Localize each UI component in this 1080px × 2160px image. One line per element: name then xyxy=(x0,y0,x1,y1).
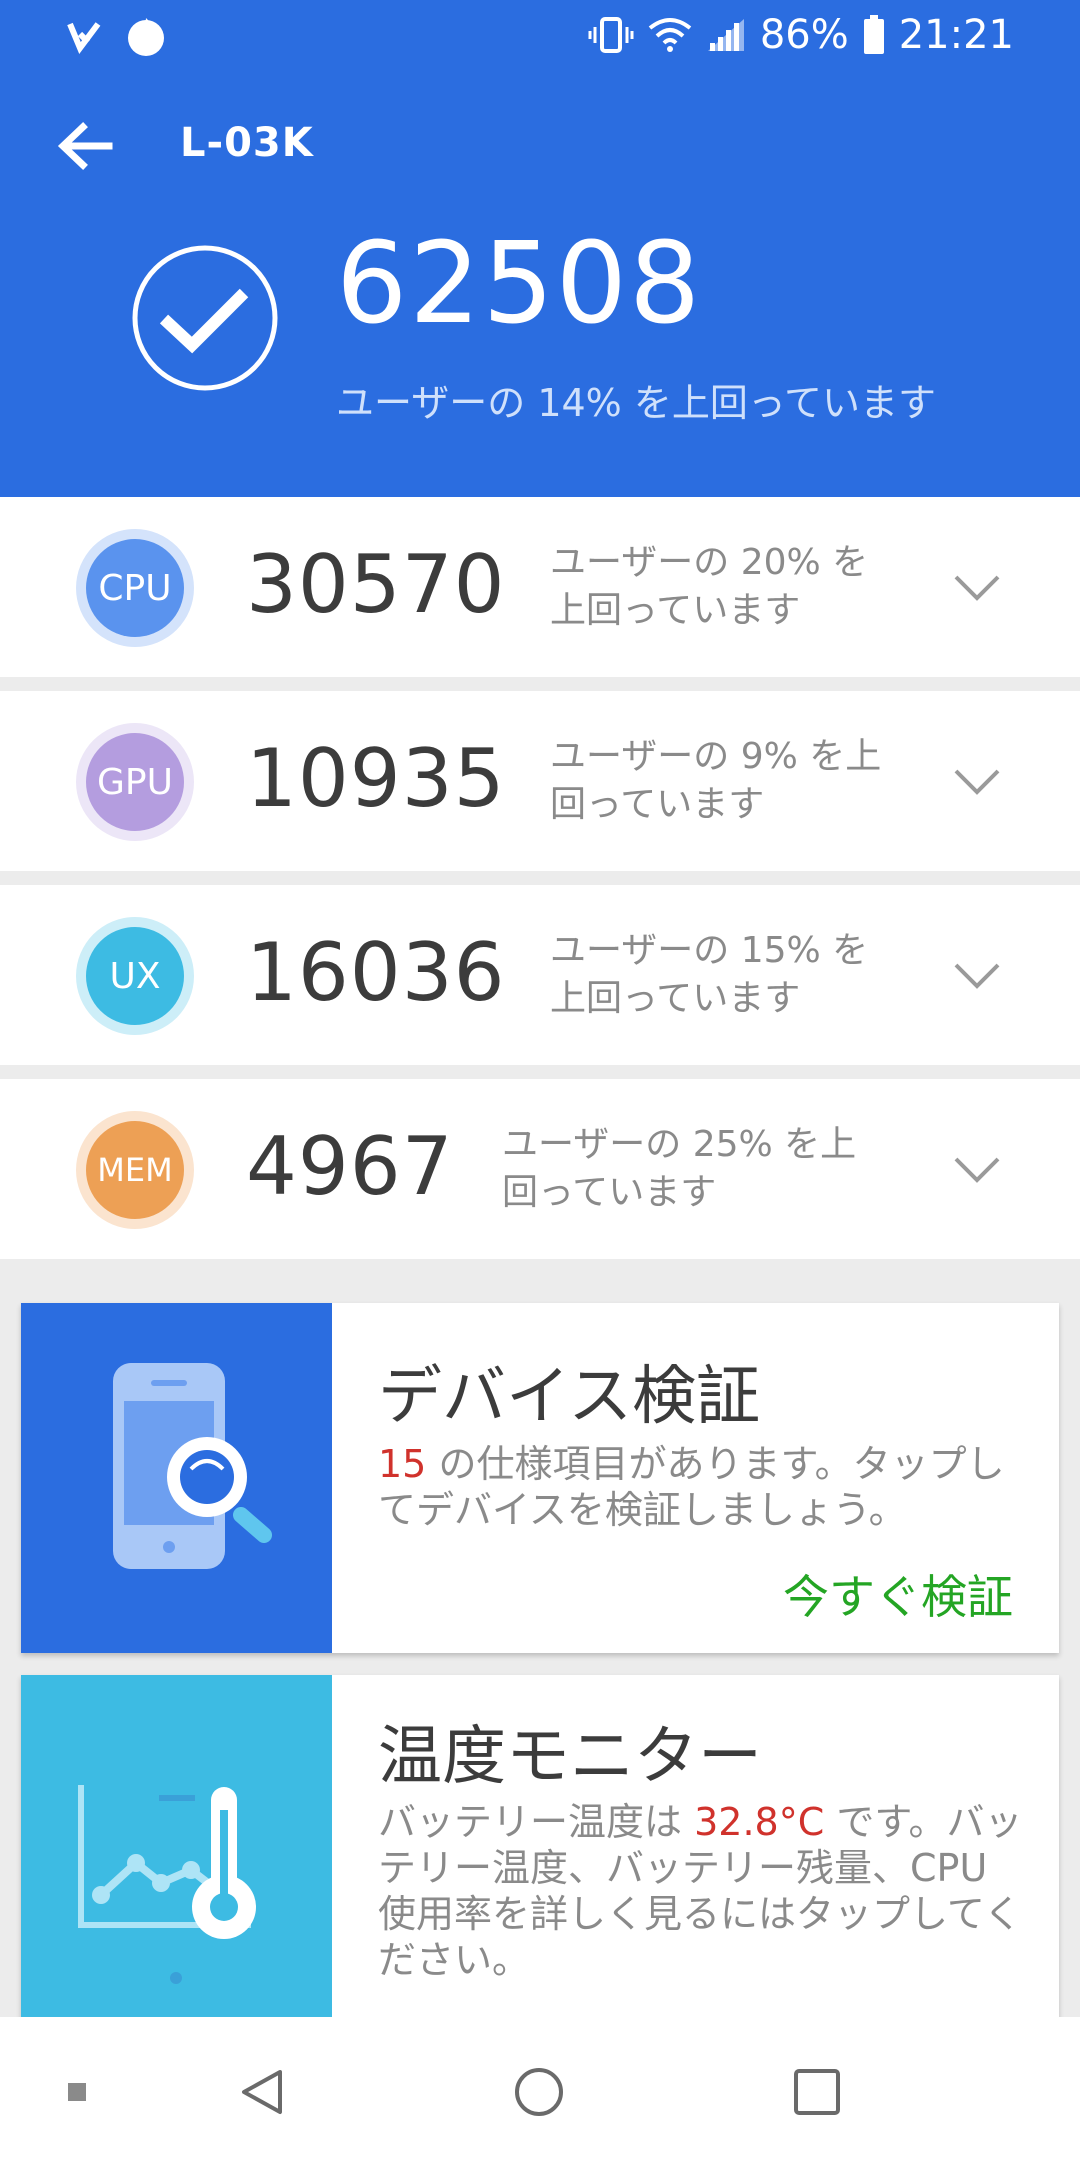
nav-back-button[interactable] xyxy=(228,2057,298,2127)
wifi-icon xyxy=(648,16,692,54)
ux-badge: UX xyxy=(86,927,184,1025)
temperature-text-before: バッテリー温度は xyxy=(378,1800,695,1844)
arrow-left-icon xyxy=(57,122,113,170)
mem-badge: MEM xyxy=(86,1121,184,1219)
result-row-mem[interactable]: MEM 4967 ユーザーの 25% を上回っています xyxy=(0,1079,1080,1259)
result-row-cpu[interactable]: CPU 30570 ユーザーの 20% を上回っています xyxy=(0,497,1080,677)
status-bar: 86% 21:21 xyxy=(0,0,1080,72)
gpu-badge: GPU xyxy=(86,733,184,831)
chevron-down-icon[interactable] xyxy=(952,1145,1002,1195)
total-score: 62508 xyxy=(336,219,703,349)
dot-icon xyxy=(68,2083,86,2101)
temperature-monitor-text: バッテリー温度は 32.8°C です。バッテリー温度、バッテリー残量、CPU 使… xyxy=(378,1799,1028,1983)
back-button[interactable] xyxy=(50,114,120,178)
notification-app-icon xyxy=(66,18,102,54)
page-title: L-03K xyxy=(180,120,314,166)
battery-icon xyxy=(863,15,885,55)
spec-count: 15 xyxy=(378,1442,427,1486)
battery-temperature: 32.8°C xyxy=(694,1800,825,1844)
chevron-down-icon[interactable] xyxy=(952,757,1002,807)
vibrate-icon xyxy=(588,15,634,55)
nav-dot-button[interactable] xyxy=(42,2057,112,2127)
thermometer-chart-icon xyxy=(78,1785,256,1984)
gpu-score: 10935 xyxy=(246,732,506,825)
gpu-description: ユーザーの 9% を上回っています xyxy=(550,736,882,825)
device-check-text: 15 の仕様項目があります。タップしてデバイスを検証しましょう。 xyxy=(378,1441,1028,1533)
chevron-down-icon[interactable] xyxy=(952,563,1002,613)
device-check-title: デバイス検証 xyxy=(378,1360,761,1434)
app-bar: L-03K xyxy=(0,100,1080,190)
header: 86% 21:21 L-03K 62508 ユーザーの 14% を上回っています xyxy=(0,0,1080,497)
total-score-subtitle: ユーザーの 14% を上回っています xyxy=(336,381,936,425)
nav-recents-button[interactable] xyxy=(782,2057,852,2127)
ux-score: 16036 xyxy=(246,926,506,1019)
mem-score: 4967 xyxy=(246,1120,454,1213)
phone-search-icon xyxy=(113,1363,272,1569)
result-row-gpu[interactable]: GPU 10935 ユーザーの 9% を上回っています xyxy=(0,691,1080,871)
temperature-monitor-title: 温度モニター xyxy=(378,1720,762,1794)
fire-app-icon xyxy=(124,14,168,58)
temperature-monitor-card[interactable]: 温度モニター バッテリー温度は 32.8°C です。バッテリー温度、バッテリー残… xyxy=(21,1675,1059,2035)
nav-home-button[interactable] xyxy=(504,2057,574,2127)
signal-icon xyxy=(706,17,746,53)
home-circle-icon xyxy=(515,2068,563,2116)
device-check-description: の仕様項目があります。タップしてデバイスを検証しましょう。 xyxy=(378,1442,1005,1532)
device-check-art xyxy=(21,1303,332,1653)
badge-ring: MEM xyxy=(76,1111,194,1229)
device-check-card[interactable]: デバイス検証 15 の仕様項目があります。タップしてデバイスを検証しましょう。 … xyxy=(21,1303,1059,1653)
result-row-ux[interactable]: UX 16036 ユーザーの 15% を上回っています xyxy=(0,885,1080,1065)
verify-now-button[interactable]: 今すぐ検証 xyxy=(783,1561,1013,1627)
back-triangle-icon xyxy=(242,2070,282,2114)
badge-ring: GPU xyxy=(76,723,194,841)
clock: 21:21 xyxy=(898,12,1014,58)
cpu-badge: CPU xyxy=(86,539,184,637)
cpu-description: ユーザーの 20% を上回っています xyxy=(550,542,869,631)
badge-ring: CPU xyxy=(76,529,194,647)
badge-ring: UX xyxy=(76,917,194,1035)
check-circle-icon xyxy=(132,245,278,391)
recents-square-icon xyxy=(794,2069,840,2115)
temperature-art xyxy=(21,1675,332,2035)
cpu-score: 30570 xyxy=(246,538,506,631)
navigation-bar xyxy=(0,2017,1080,2160)
mem-description: ユーザーの 25% を上回っています xyxy=(502,1124,857,1213)
battery-percent: 86% xyxy=(759,12,849,58)
chevron-down-icon[interactable] xyxy=(952,951,1002,1001)
ux-description: ユーザーの 15% を上回っています xyxy=(550,930,869,1019)
